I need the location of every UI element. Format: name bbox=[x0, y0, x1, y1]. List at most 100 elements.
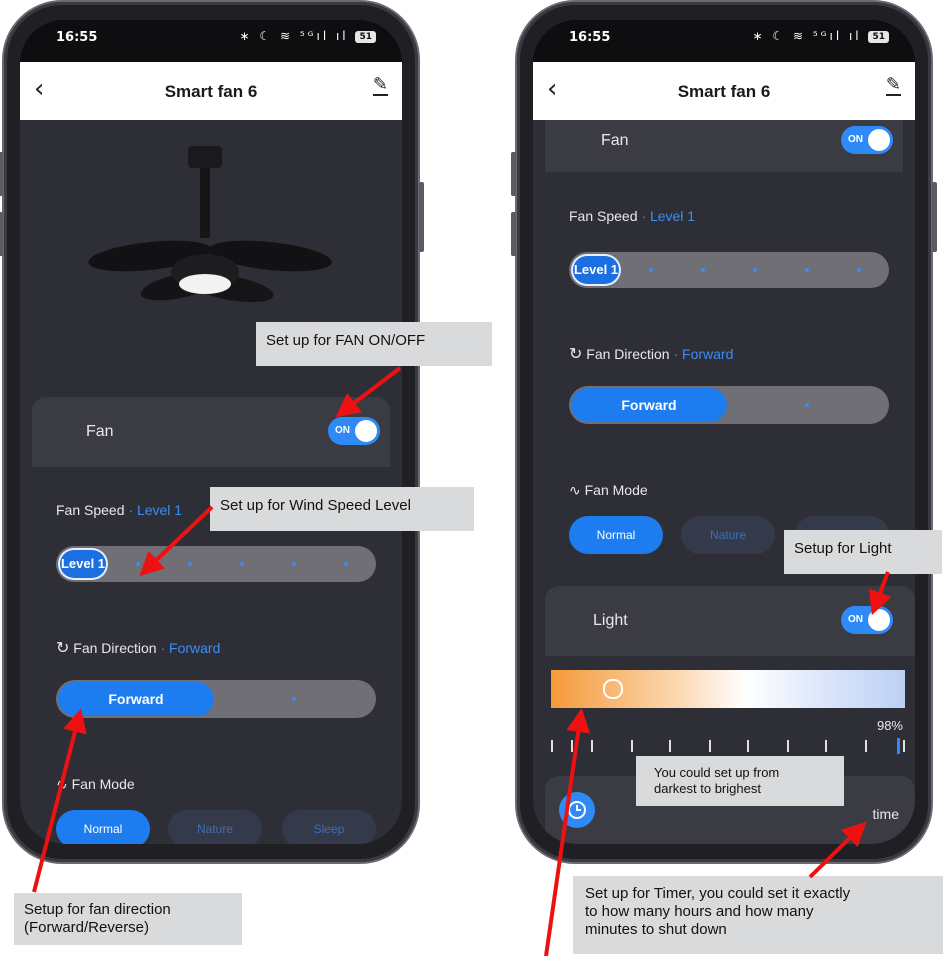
fan-direction-row: ↻ Fan Direction · Forward bbox=[56, 638, 220, 657]
fan-mode-row: ∿ Fan Mode bbox=[56, 776, 135, 793]
clock-icon bbox=[559, 792, 595, 828]
annotation-line: Set up for Timer, you could set it exact… bbox=[585, 885, 851, 902]
speed-step-dot[interactable] bbox=[188, 562, 192, 566]
status-signal-icons: ∗ ☾ ≋ ⁵ᴳıl ıl bbox=[752, 29, 862, 43]
forward-button[interactable]: Forward bbox=[571, 388, 727, 422]
toggle-knob bbox=[868, 129, 890, 151]
page-title: Smart fan 6 bbox=[677, 82, 771, 101]
fan-mode-label: Fan Mode bbox=[71, 776, 135, 792]
annotation-line: minutes to shut down bbox=[585, 921, 727, 938]
fan-speed-slider[interactable]: Level 1 bbox=[56, 546, 376, 582]
speed-step-dot[interactable] bbox=[136, 562, 140, 566]
brightness-tick bbox=[825, 740, 827, 752]
battery-icon: 51 bbox=[355, 31, 376, 43]
speed-step-dot[interactable] bbox=[649, 268, 653, 272]
speed-step-dot[interactable] bbox=[701, 268, 705, 272]
wind-icon: ∿ bbox=[56, 777, 68, 793]
volume-button bbox=[511, 152, 516, 196]
timer-label: time bbox=[872, 806, 899, 822]
annotation-line: to how many hours and how many bbox=[585, 903, 814, 920]
speed-level-pill[interactable]: Level 1 bbox=[58, 548, 108, 580]
right-phone-frame: 16:55 ∗ ☾ ≋ ⁵ᴳıl ıl 51 ‹ Smart fan 6 ✎ F… bbox=[511, 2, 937, 862]
power-button bbox=[419, 182, 424, 252]
annotation-fan-onoff: Set up for FAN ON/OFF bbox=[256, 322, 492, 366]
light-card: Light ON bbox=[545, 586, 915, 656]
toggle-knob bbox=[868, 609, 890, 631]
color-temp-handle[interactable] bbox=[603, 679, 623, 699]
status-bar: 16:55 ∗ ☾ ≋ ⁵ᴳıl ıl 51 bbox=[533, 20, 915, 62]
fan-mode-row: ∿ Fan Mode bbox=[569, 482, 648, 499]
speed-step-dot[interactable] bbox=[805, 268, 809, 272]
speed-step-dot[interactable] bbox=[753, 268, 757, 272]
brightness-tick bbox=[903, 740, 905, 752]
fan-speed-label: Fan Speed bbox=[569, 208, 638, 224]
left-phone-frame: 16:55 ∗ ☾ ≋ ⁵ᴳıl ıl 51 ‹ Smart fan 6 ✎ F… bbox=[0, 2, 424, 862]
speed-step-dot[interactable] bbox=[292, 562, 296, 566]
brightness-slider[interactable] bbox=[551, 738, 907, 754]
toggle-on-text: ON bbox=[335, 425, 350, 436]
annotation-fan-direction: Setup for fan direction (Forward/Reverse… bbox=[14, 893, 242, 945]
fan-speed-row: Fan Speed · Level 1 bbox=[56, 502, 182, 518]
annotation-wind-speed: Set up for Wind Speed Level bbox=[210, 487, 474, 531]
fan-toggle[interactable]: ON bbox=[841, 126, 893, 154]
annotation-line: (Forward/Reverse) bbox=[24, 919, 150, 936]
light-toggle[interactable]: ON bbox=[841, 606, 893, 634]
fan-direction-label: Fan Direction bbox=[73, 640, 157, 656]
wind-icon: ∿ bbox=[569, 483, 581, 499]
toggle-on-text: ON bbox=[848, 614, 863, 625]
status-time: 16:55 bbox=[56, 30, 98, 45]
annotation-line: darkest to brighest bbox=[654, 781, 761, 796]
fan-label: Fan bbox=[86, 423, 114, 440]
pencil-icon[interactable]: ✎ bbox=[885, 76, 901, 96]
mode-nature-button[interactable]: Nature bbox=[168, 810, 262, 844]
fan-direction-switch[interactable]: Forward bbox=[569, 386, 889, 424]
mode-sleep-button[interactable]: Sleep bbox=[282, 810, 376, 844]
forward-button[interactable]: Forward bbox=[58, 682, 214, 716]
volume-button bbox=[0, 152, 3, 196]
separator-dot: · bbox=[641, 208, 647, 224]
fan-label: Fan bbox=[601, 132, 629, 149]
brightness-handle[interactable] bbox=[897, 738, 900, 754]
reverse-option-dot[interactable] bbox=[292, 697, 296, 701]
brightness-tick bbox=[551, 740, 553, 752]
brightness-tick bbox=[709, 740, 711, 752]
annotation-brightness: You could set up from darkest to brighes… bbox=[636, 756, 844, 806]
fan-direction-row: ↻ Fan Direction · Forward bbox=[569, 344, 733, 363]
mode-normal-button[interactable]: Normal bbox=[569, 516, 663, 554]
pencil-icon[interactable]: ✎ bbox=[372, 76, 388, 96]
page-title: Smart fan 6 bbox=[164, 82, 258, 101]
speed-step-dot[interactable] bbox=[240, 562, 244, 566]
refresh-icon: ↻ bbox=[569, 344, 583, 363]
speed-step-dot[interactable] bbox=[857, 268, 861, 272]
right-screen: 16:55 ∗ ☾ ≋ ⁵ᴳıl ıl 51 ‹ Smart fan 6 ✎ F… bbox=[533, 20, 915, 844]
toggle-knob bbox=[355, 420, 377, 442]
fan-direction-value: Forward bbox=[169, 640, 221, 656]
status-icons: ∗ ☾ ≋ ⁵ᴳıl ıl 51 bbox=[240, 29, 376, 43]
annotation-timer: Set up for Timer, you could set it exact… bbox=[573, 876, 943, 954]
volume-button bbox=[0, 212, 3, 256]
status-bar: 16:55 ∗ ☾ ≋ ⁵ᴳıl ıl 51 bbox=[20, 20, 402, 62]
color-temperature-slider[interactable] bbox=[551, 670, 905, 708]
brightness-tick bbox=[865, 740, 867, 752]
annotation-light: Setup for Light bbox=[784, 530, 942, 574]
mode-normal-button[interactable]: Normal bbox=[56, 810, 150, 844]
brightness-percent: 98% bbox=[876, 718, 903, 733]
speed-level-pill[interactable]: Level 1 bbox=[571, 254, 621, 286]
fan-direction-switch[interactable]: Forward bbox=[56, 680, 376, 718]
left-screen: 16:55 ∗ ☾ ≋ ⁵ᴳıl ıl 51 ‹ Smart fan 6 ✎ F… bbox=[20, 20, 402, 844]
reverse-option-dot[interactable] bbox=[805, 403, 809, 407]
status-time: 16:55 bbox=[569, 30, 611, 45]
status-signal-icons: ∗ ☾ ≋ ⁵ᴳıl ıl bbox=[239, 29, 349, 43]
fan-speed-value: Level 1 bbox=[649, 208, 696, 224]
fan-toggle[interactable]: ON bbox=[328, 417, 380, 445]
fan-speed-row: Fan Speed · Level 1 bbox=[569, 208, 695, 224]
volume-button bbox=[511, 212, 516, 256]
fan-speed-slider[interactable]: Level 1 bbox=[569, 252, 889, 288]
fan-speed-value: Level 1 bbox=[136, 502, 183, 518]
speed-step-dot[interactable] bbox=[344, 562, 348, 566]
mode-nature-button[interactable]: Nature bbox=[681, 516, 775, 554]
separator-dot: · bbox=[673, 346, 679, 362]
annotation-line: You could set up from bbox=[654, 765, 780, 780]
battery-icon: 51 bbox=[868, 31, 889, 43]
brightness-tick bbox=[591, 740, 593, 752]
